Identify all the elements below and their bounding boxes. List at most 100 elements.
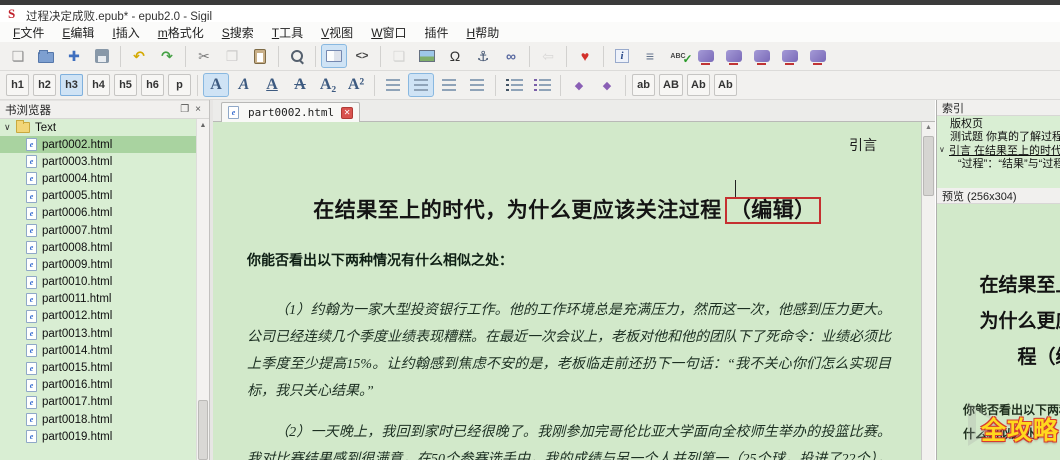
heading-edit-marker[interactable]: （编辑） [724, 197, 821, 224]
sidebar-scroll-thumb[interactable] [198, 400, 208, 460]
dictionary-3-button[interactable] [749, 44, 775, 68]
titlecase-button[interactable]: Ab [713, 74, 737, 96]
align-right-button[interactable] [436, 73, 462, 97]
heading-6-button[interactable]: h6 [141, 74, 164, 96]
index-item[interactable]: “过程”：“结果”与“过程 [937, 157, 1060, 170]
sidebar-file-item[interactable]: part0004.html [0, 170, 196, 187]
insert-special-character-button[interactable]: Ω [442, 44, 468, 68]
heading-4-button[interactable]: h4 [87, 74, 110, 96]
scroll-up-icon[interactable]: ▲ [922, 122, 935, 134]
chapter-heading[interactable]: 在结果至上的时代，为什么更应该关注过程 （编辑） [213, 194, 921, 224]
sidebar-file-item[interactable]: part0003.html [0, 153, 196, 170]
menu-工具[interactable]: T工具 [263, 22, 312, 43]
body-paragraph[interactable]: （2）一天晚上，我回到家时已经很晚了。我刚参加完哥伦比亚大学面向全校师生举办的投… [247, 419, 891, 460]
sidebar-file-item[interactable]: part0015.html [0, 359, 196, 376]
decrease-indent-button[interactable]: ◆ [566, 73, 592, 97]
sidebar-file-item[interactable]: part0007.html [0, 222, 196, 239]
heading-5-button[interactable]: h5 [114, 74, 137, 96]
capitalize-button[interactable]: Ab [686, 74, 710, 96]
menu-插件[interactable]: 插件 [416, 22, 458, 43]
open-file-button[interactable] [33, 44, 59, 68]
cut-button[interactable]: ✂ [191, 44, 217, 68]
float-panel-icon[interactable]: ❐ [177, 104, 192, 115]
sidebar-file-item[interactable]: part0005.html [0, 188, 196, 205]
sidebar-file-item[interactable]: part0011.html [0, 291, 196, 308]
menu-插入[interactable]: I插入 [103, 22, 148, 43]
tree-folder-text[interactable]: ∨ Text [0, 119, 196, 136]
dictionary-1-button[interactable] [693, 44, 719, 68]
intro-paragraph[interactable]: 你能否看出以下两种情况有什么相似之处： [247, 250, 891, 270]
heading-2-button[interactable]: h2 [33, 74, 56, 96]
uppercase-button[interactable]: AB [659, 74, 683, 96]
editor-scrollbar[interactable]: ▲ [921, 122, 935, 460]
metadata-editor-button[interactable]: i [609, 44, 635, 68]
insert-image-button[interactable] [414, 44, 440, 68]
sidebar-file-item[interactable]: part0014.html [0, 342, 196, 359]
scroll-up-icon[interactable]: ▲ [197, 119, 209, 132]
sidebar-file-item[interactable]: part0018.html [0, 411, 196, 428]
book-view-editor[interactable]: 引言 在结果至上的时代，为什么更应该关注过程 （编辑） 你能否看出以下两种情况有什… [213, 122, 921, 460]
dictionary-4-button[interactable] [777, 44, 803, 68]
tab-close-icon[interactable]: ✕ [341, 106, 354, 119]
close-panel-icon[interactable]: × [192, 104, 204, 115]
bold-button[interactable]: A [203, 73, 229, 97]
donate-button[interactable]: ♥ [572, 44, 598, 68]
paste-button[interactable] [247, 44, 273, 68]
code-view-button[interactable]: <> [349, 44, 375, 68]
align-justify-button[interactable] [464, 73, 490, 97]
save-button[interactable] [89, 44, 115, 68]
heading-3-button[interactable]: h3 [60, 74, 83, 96]
superscript-button[interactable]: A² [343, 73, 369, 97]
menu-帮助[interactable]: H帮助 [458, 22, 509, 43]
sidebar-file-item[interactable]: part0016.html [0, 377, 196, 394]
tab-part0002[interactable]: part0002.html ✕ [221, 102, 361, 122]
sidebar-file-item[interactable]: part0013.html [0, 325, 196, 342]
spellcheck-button[interactable]: ABC [665, 44, 692, 68]
paragraph-button[interactable]: p [168, 74, 191, 96]
copy-button[interactable]: ❐ [219, 44, 245, 68]
heading-1-button[interactable]: h1 [6, 74, 29, 96]
insert-file-button[interactable]: ❏ [386, 44, 412, 68]
sidebar-file-item[interactable]: part0019.html [0, 428, 196, 445]
insert-link-button[interactable]: ∞ [498, 44, 524, 68]
body-paragraph[interactable]: （1）约翰为一家大型投资银行工作。他的工作环境总是充满压力，然而这一次，他感到压… [247, 297, 891, 405]
back-button[interactable]: ⇦ [535, 44, 561, 68]
sidebar-file-item[interactable]: part0008.html [0, 239, 196, 256]
index-item[interactable]: 测试题 你真的了解过程 [937, 130, 1060, 143]
index-item[interactable]: 版权页 [937, 116, 1060, 130]
menu-搜索[interactable]: S搜索 [213, 22, 263, 43]
sidebar-file-item[interactable]: part0009.html [0, 256, 196, 273]
dictionary-2-button[interactable] [721, 44, 747, 68]
subscript-button[interactable]: A₂ [315, 73, 341, 97]
align-left-button[interactable] [380, 73, 406, 97]
add-existing-file-button[interactable]: ✚ [61, 44, 87, 68]
redo-button[interactable]: ↷ [154, 44, 180, 68]
insert-id-button[interactable]: ⚓ [470, 44, 496, 68]
sidebar-file-item[interactable]: part0006.html [0, 205, 196, 222]
sidebar-file-item[interactable]: part0010.html [0, 274, 196, 291]
align-center-button[interactable] [408, 73, 434, 97]
underline-button[interactable]: A [259, 73, 285, 97]
sidebar-file-item[interactable]: part0002.html [0, 136, 196, 154]
sidebar-scrollbar[interactable]: ▲ [196, 119, 209, 460]
editor-scroll-thumb[interactable] [923, 136, 934, 196]
increase-indent-button[interactable]: ◆ [594, 73, 620, 97]
menu-格式化[interactable]: m格式化 [149, 22, 213, 43]
menu-视图[interactable]: V视图 [312, 22, 362, 43]
dictionary-5-button[interactable] [805, 44, 831, 68]
sidebar-file-item[interactable]: part0012.html [0, 308, 196, 325]
undo-button[interactable]: ↶ [126, 44, 152, 68]
new-file-button[interactable]: ❏ [5, 44, 31, 68]
index-expander-icon[interactable]: ∨ [939, 145, 949, 154]
toc-editor-button[interactable]: ≡ [637, 44, 663, 68]
book-view-button[interactable] [321, 44, 347, 68]
italic-button[interactable]: A [231, 73, 257, 97]
menu-文件[interactable]: F文件 [4, 22, 53, 43]
strikethrough-button[interactable]: A [287, 73, 313, 97]
lowercase-button[interactable]: ab [632, 74, 655, 96]
bullet-list-button[interactable] [501, 73, 527, 97]
menu-编辑[interactable]: E编辑 [53, 22, 103, 43]
folder-expander-icon[interactable]: ∨ [4, 122, 16, 133]
index-item[interactable]: ∨ 引言 在结果至上的时代 [937, 143, 1060, 157]
numbered-list-button[interactable] [529, 73, 555, 97]
